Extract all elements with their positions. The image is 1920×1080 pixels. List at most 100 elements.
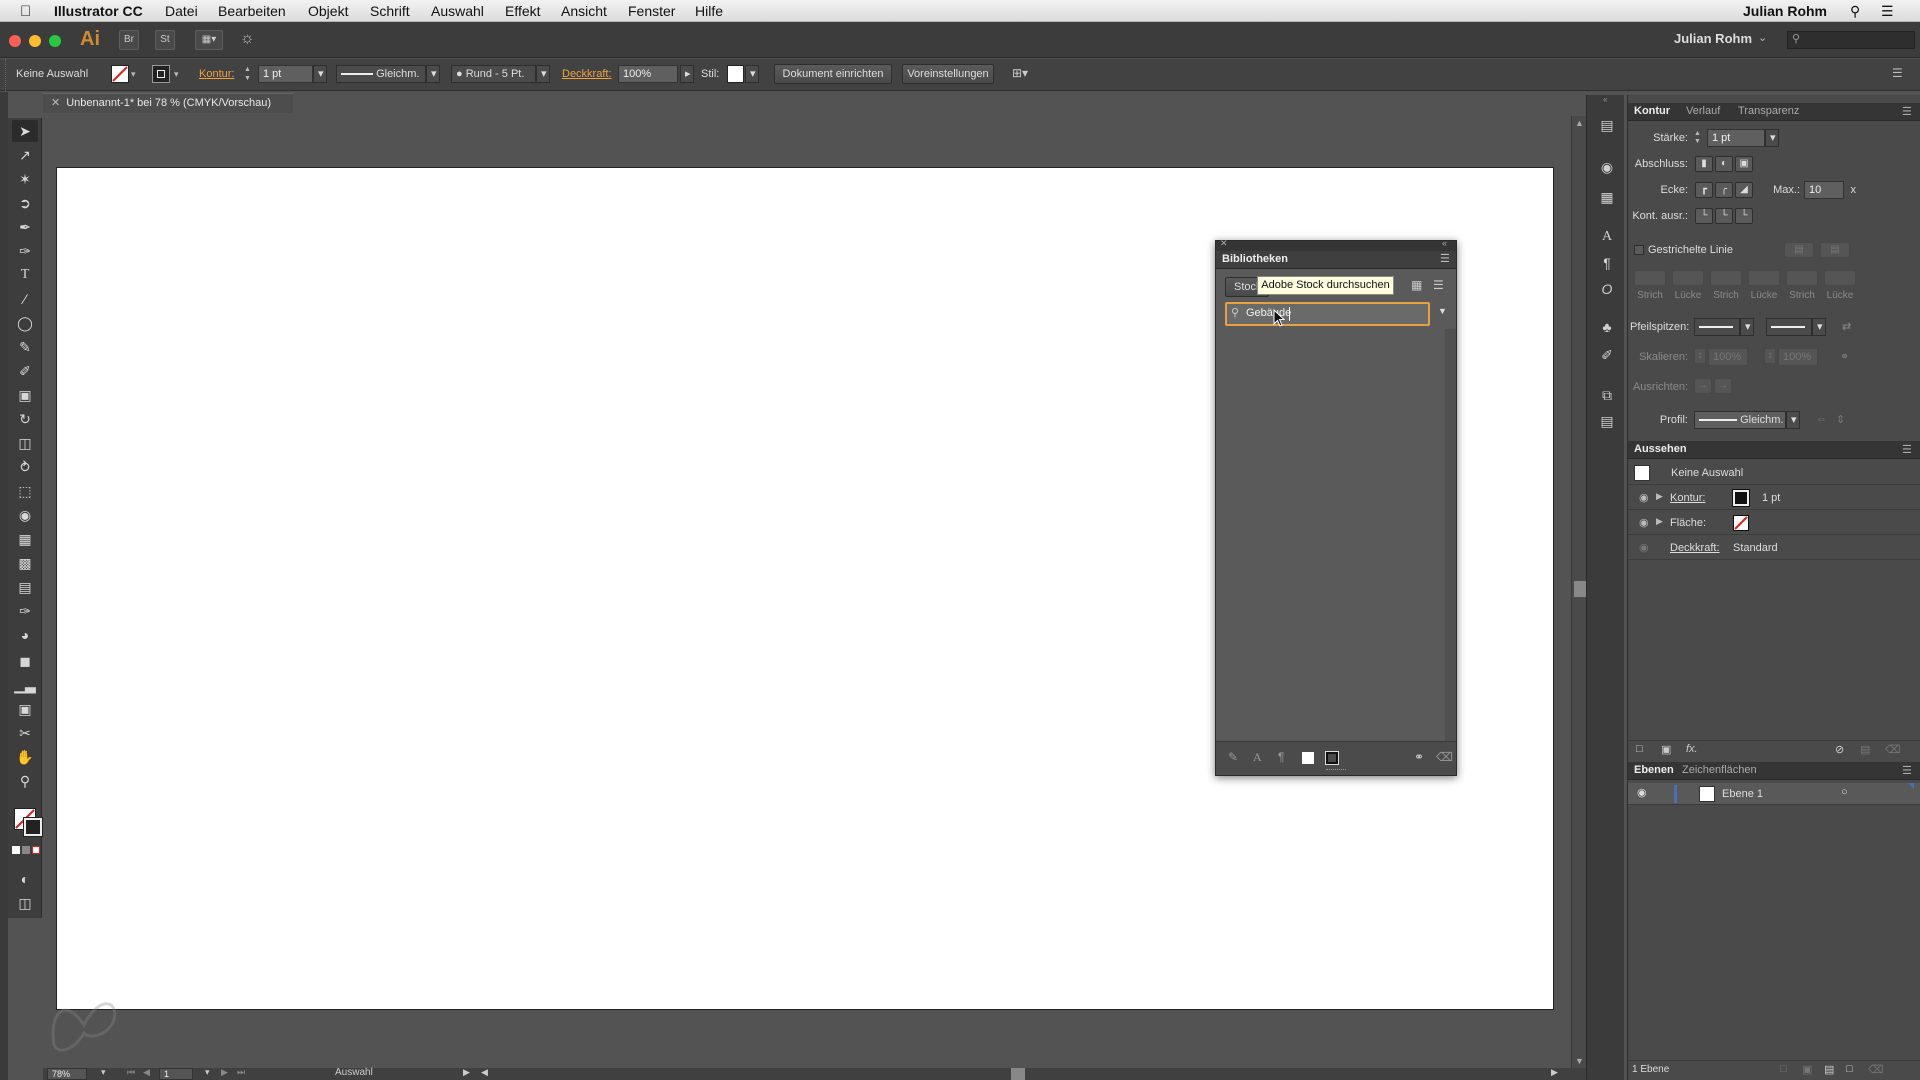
- user-account[interactable]: Julian Rohm: [1674, 31, 1752, 46]
- current-tool-status[interactable]: Auswahl: [335, 1067, 373, 1078]
- notification-icon[interactable]: ☰: [1881, 3, 1894, 20]
- paragraph-panel-icon[interactable]: ¶: [1597, 253, 1617, 273]
- gap-field-3[interactable]: [1824, 270, 1856, 286]
- appearance-fill-swatch[interactable]: [1733, 515, 1749, 531]
- round-join-icon[interactable]: ╭: [1715, 182, 1733, 198]
- new-sublayer-icon[interactable]: ▤: [1824, 1063, 1834, 1076]
- expand-triangle-icon[interactable]: ▶: [1656, 491, 1663, 502]
- tab-zeichenflaechen[interactable]: Zeichenflächen: [1682, 764, 1757, 776]
- hand-tool-icon[interactable]: ✋: [12, 746, 38, 768]
- new-layer-icon[interactable]: □: [1846, 1063, 1853, 1075]
- scroll-thumb[interactable]: [1574, 581, 1586, 597]
- stepper-icon[interactable]: ▲ ▼: [1694, 130, 1704, 146]
- fill-swatch[interactable]: [111, 65, 129, 83]
- chevron-down-icon[interactable]: ▾: [174, 69, 179, 80]
- layer-name[interactable]: Ebene 1: [1722, 788, 1763, 800]
- help-search-input[interactable]: [1787, 31, 1915, 49]
- fx-icon[interactable]: fx.: [1686, 743, 1698, 755]
- chevron-down-icon[interactable]: ▾: [1812, 318, 1826, 336]
- clear-appearance-icon[interactable]: ⊘: [1835, 743, 1844, 756]
- collapse-dock-icon[interactable]: «: [1603, 95, 1607, 104]
- stroke-weight-field[interactable]: 1 pt: [1707, 129, 1765, 147]
- arrange-documents-icon[interactable]: ▦▾: [195, 30, 223, 50]
- gradient-tool-icon[interactable]: ▤: [12, 576, 38, 598]
- tab-verlauf[interactable]: Verlauf: [1686, 105, 1720, 117]
- collapse-panel-icon[interactable]: «: [1442, 238, 1447, 248]
- chevron-right-icon[interactable]: ▸: [680, 65, 694, 83]
- add-stroke-color-icon[interactable]: [1325, 751, 1339, 765]
- menu-fenster[interactable]: Fenster: [628, 3, 675, 19]
- opacity-input[interactable]: 100%: [618, 65, 678, 83]
- tab-ebenen[interactable]: Ebenen: [1634, 764, 1674, 776]
- scroll-down-icon[interactable]: ▼: [1575, 1056, 1584, 1066]
- start-arrowhead-select[interactable]: [1694, 318, 1740, 336]
- column-graph-icon[interactable]: ▁▃: [12, 674, 38, 696]
- dash-field-1[interactable]: [1634, 270, 1666, 286]
- gap-field-1[interactable]: [1672, 270, 1704, 286]
- blend-tool-icon[interactable]: ◕: [12, 624, 38, 646]
- magic-wand-icon[interactable]: ✶: [12, 168, 38, 190]
- pen-tool-icon[interactable]: ✒: [12, 216, 38, 238]
- menu-objekt[interactable]: Objekt: [308, 3, 348, 19]
- shape-builder-icon[interactable]: ◉: [12, 504, 38, 526]
- scale-tool-icon[interactable]: ◫: [12, 432, 38, 454]
- transform-panel-icon[interactable]: ⧉: [1597, 385, 1617, 405]
- trash-icon[interactable]: ⌫: [1868, 1063, 1884, 1076]
- zoom-tool-icon[interactable]: ⚲: [12, 770, 38, 792]
- stock-search-input[interactable]: ⚲ Gebäude: [1225, 302, 1430, 326]
- panel-menu-icon[interactable]: ☰: [1902, 764, 1912, 777]
- selection-tool-icon[interactable]: ➤: [12, 120, 38, 142]
- dash-field-3[interactable]: [1786, 270, 1818, 286]
- add-stroke-icon[interactable]: □: [1636, 743, 1643, 755]
- eraser-icon[interactable]: ▣: [12, 384, 38, 406]
- none-mode-icon[interactable]: [32, 846, 40, 854]
- locate-object-icon[interactable]: □: [1780, 1063, 1787, 1075]
- zoom-window-icon[interactable]: [49, 35, 61, 47]
- libraries-scrollbar[interactable]: [1445, 329, 1456, 741]
- bevel-join-icon[interactable]: ◢: [1735, 182, 1753, 198]
- stroke-swatch[interactable]: [152, 65, 170, 83]
- vertical-scrollbar[interactable]: ▲ ▼: [1571, 116, 1587, 1070]
- close-window-icon[interactable]: [9, 35, 21, 47]
- previous-artboard-icon[interactable]: ◀: [143, 1067, 150, 1078]
- scroll-left-icon[interactable]: ◀: [481, 1067, 488, 1078]
- scroll-right-icon[interactable]: ▶: [1551, 1067, 1558, 1078]
- projecting-cap-icon[interactable]: ▣: [1735, 156, 1753, 172]
- arrow-at-end-icon[interactable]: →: [1714, 378, 1732, 394]
- miter-join-icon[interactable]: ┏: [1695, 182, 1713, 198]
- brushes-panel-icon[interactable]: ✐: [1597, 345, 1617, 365]
- chevron-down-icon[interactable]: ▾: [1740, 318, 1754, 336]
- panel-menu-icon[interactable]: ☰: [1892, 66, 1903, 80]
- chevron-down-icon[interactable]: ▾: [1786, 411, 1800, 429]
- appearance-opacity-link[interactable]: Deckkraft:: [1670, 542, 1720, 554]
- last-artboard-icon[interactable]: ⏭: [237, 1067, 245, 1078]
- gpu-performance-icon[interactable]: ☼: [240, 30, 255, 48]
- visibility-eye-icon[interactable]: ◉: [1637, 786, 1647, 799]
- screen-mode-icon[interactable]: ◫: [12, 892, 38, 914]
- resize-grip-icon[interactable]: [1326, 769, 1346, 772]
- tab-bibliotheken[interactable]: Bibliotheken: [1222, 253, 1288, 265]
- duplicate-item-icon[interactable]: ▤: [1860, 743, 1870, 756]
- chevron-down-icon[interactable]: ▾: [101, 1067, 106, 1078]
- visibility-eye-icon[interactable]: ◉: [1639, 491, 1649, 504]
- graphic-style-swatch[interactable]: [727, 65, 744, 83]
- bridge-button[interactable]: Br: [119, 30, 139, 50]
- rotate-tool-icon[interactable]: ↻: [12, 408, 38, 430]
- stroke-weight-input[interactable]: 1 pt: [258, 65, 313, 83]
- align-options-icon[interactable]: ⊞▾: [1012, 66, 1028, 80]
- menu-bearbeiten[interactable]: Bearbeiten: [218, 3, 286, 19]
- add-fill-color-icon[interactable]: [1302, 752, 1314, 764]
- menu-datei[interactable]: Datei: [165, 3, 198, 19]
- spotlight-icon[interactable]: ⚲: [1850, 3, 1860, 20]
- align-center-icon[interactable]: └: [1695, 208, 1713, 224]
- width-profile-select[interactable]: Gleichm.: [1694, 411, 1786, 429]
- artboard-tool-icon[interactable]: ▣: [12, 698, 38, 720]
- dash-field-2[interactable]: [1710, 270, 1742, 286]
- next-artboard-icon[interactable]: ▶: [221, 1067, 228, 1078]
- minimize-window-icon[interactable]: [29, 35, 41, 47]
- align-dash-icon[interactable]: ▤: [1820, 242, 1850, 258]
- opentype-panel-icon[interactable]: O: [1597, 279, 1617, 299]
- swatches-panel-icon[interactable]: ▦: [1597, 187, 1617, 207]
- dashed-line-checkbox[interactable]: [1634, 245, 1644, 255]
- variable-width-profile-select[interactable]: Gleichm.: [336, 65, 426, 83]
